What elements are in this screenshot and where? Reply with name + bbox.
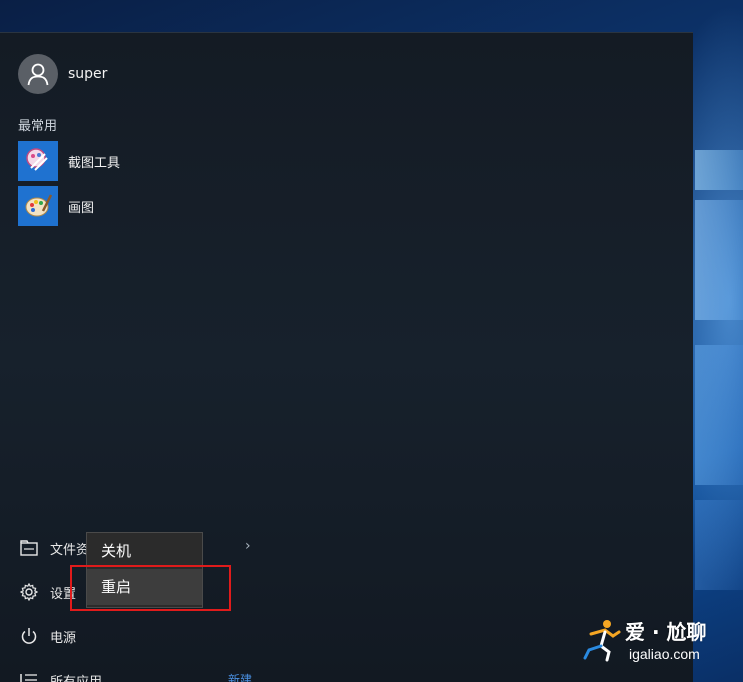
gear-icon <box>18 581 40 603</box>
chevron-right-icon[interactable]: › <box>245 538 251 554</box>
app-label: 截图工具 <box>68 155 121 171</box>
wallpaper-light-beam <box>695 345 743 485</box>
app-label: 画图 <box>68 200 95 216</box>
user-avatar-icon <box>18 54 58 94</box>
power-label: 电源 <box>50 630 77 646</box>
app-paint[interactable]: 画图 <box>18 186 318 226</box>
folder-icon <box>18 537 40 559</box>
shutdown-menu-item[interactable]: 关机 <box>87 533 202 569</box>
annotation-highlight-box <box>70 565 231 611</box>
user-account[interactable]: super <box>18 54 107 94</box>
most-used-heading: 最常用 <box>18 119 58 134</box>
wallpaper-light-beam <box>695 200 743 320</box>
snipping-tool-icon <box>18 141 58 181</box>
watermark-title: 爱 · 尬聊 <box>625 620 707 644</box>
paint-icon <box>18 186 58 226</box>
power-item[interactable]: 电源 <box>18 621 268 651</box>
user-name: super <box>68 66 108 82</box>
new-badge: 新建 <box>228 673 253 682</box>
wallpaper-light-beam <box>695 150 743 190</box>
list-icon <box>18 669 40 682</box>
power-icon <box>18 625 40 647</box>
app-snipping-tool[interactable]: 截图工具 <box>18 141 318 181</box>
all-apps-label: 所有应用 <box>50 674 103 682</box>
watermark-url: igaliao.com <box>629 646 700 662</box>
wallpaper-light-beam <box>695 500 743 590</box>
site-watermark: 爱 · 尬聊 igaliao.com <box>583 614 743 674</box>
runner-logo-icon <box>583 620 621 662</box>
